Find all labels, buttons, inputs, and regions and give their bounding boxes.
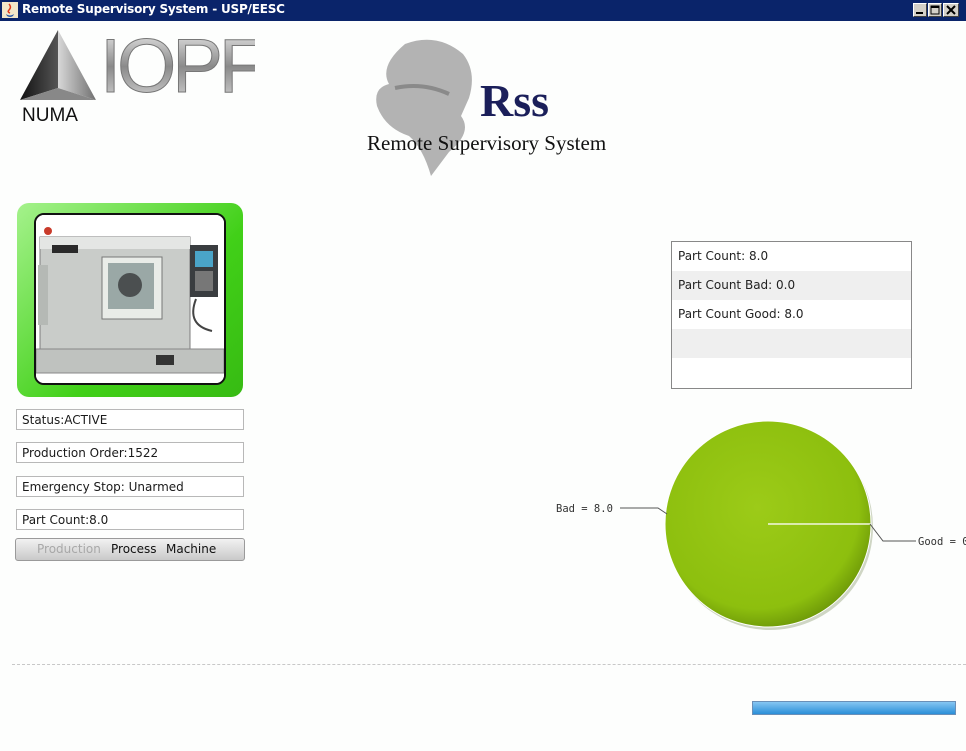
close-button[interactable] — [943, 3, 959, 17]
rss-title: Rss — [480, 75, 549, 126]
close-icon — [946, 5, 956, 15]
rss-mascot-silhouette — [376, 39, 472, 176]
minimize-button[interactable] — [913, 3, 927, 17]
production-order-field: Production Order:1522 — [16, 442, 244, 463]
tab-machine[interactable]: Machine — [166, 542, 216, 556]
summary-row-part-count-bad: Part Count Bad: 0.0 — [672, 271, 911, 300]
iopf-text: IOPF — [100, 26, 255, 106]
part-count-pie-chart: Bad = 8.0 Good = 0 — [556, 420, 966, 630]
pie-label-0: Bad = 8.0 — [556, 503, 613, 515]
minimize-icon — [916, 12, 923, 14]
machine-status-frame[interactable] — [17, 203, 243, 397]
main-panel: NUMA IOPF Rss Remote Supervisory System — [0, 21, 966, 751]
progress-bar — [752, 701, 956, 715]
maximize-button[interactable] — [928, 3, 942, 17]
summary-row-part-count-good: Part Count Good: 8.0 — [672, 300, 911, 329]
numa-text: NUMA — [22, 105, 78, 124]
summary-row-empty — [672, 329, 911, 358]
progress-fill — [753, 702, 955, 714]
window-title: Remote Supervisory System - USP/EESC — [22, 2, 285, 16]
pie-label-1: Good = 0 — [918, 536, 966, 548]
iopf-logo: IOPF — [100, 26, 255, 106]
numa-logo: NUMA — [20, 30, 96, 124]
bottom-separator — [12, 664, 966, 665]
cnc-machine-illustration — [36, 215, 224, 383]
rss-logo: Rss Remote Supervisory System — [367, 39, 606, 176]
summary-row-part-count: Part Count: 8.0 — [672, 242, 911, 271]
rss-subtitle: Remote Supervisory System — [367, 131, 606, 155]
view-tab-bar: Production Process Machine — [15, 538, 245, 561]
part-count-summary: Part Count: 8.0 Part Count Bad: 0.0 Part… — [671, 241, 912, 389]
status-field: Status:ACTIVE — [16, 409, 244, 430]
tab-process[interactable]: Process — [111, 542, 157, 556]
window-title-bar[interactable]: Remote Supervisory System - USP/EESC — [0, 0, 966, 21]
part-count-field: Part Count:8.0 — [16, 509, 244, 530]
maximize-icon — [930, 5, 940, 15]
emergency-stop-field: Emergency Stop: Unarmed — [16, 476, 244, 497]
pie-leader-line-1 — [869, 523, 916, 542]
pie-leader-line-0 — [620, 507, 668, 515]
tab-production[interactable]: Production — [37, 542, 101, 556]
java-app-icon — [2, 2, 18, 18]
machine-image — [34, 213, 226, 385]
